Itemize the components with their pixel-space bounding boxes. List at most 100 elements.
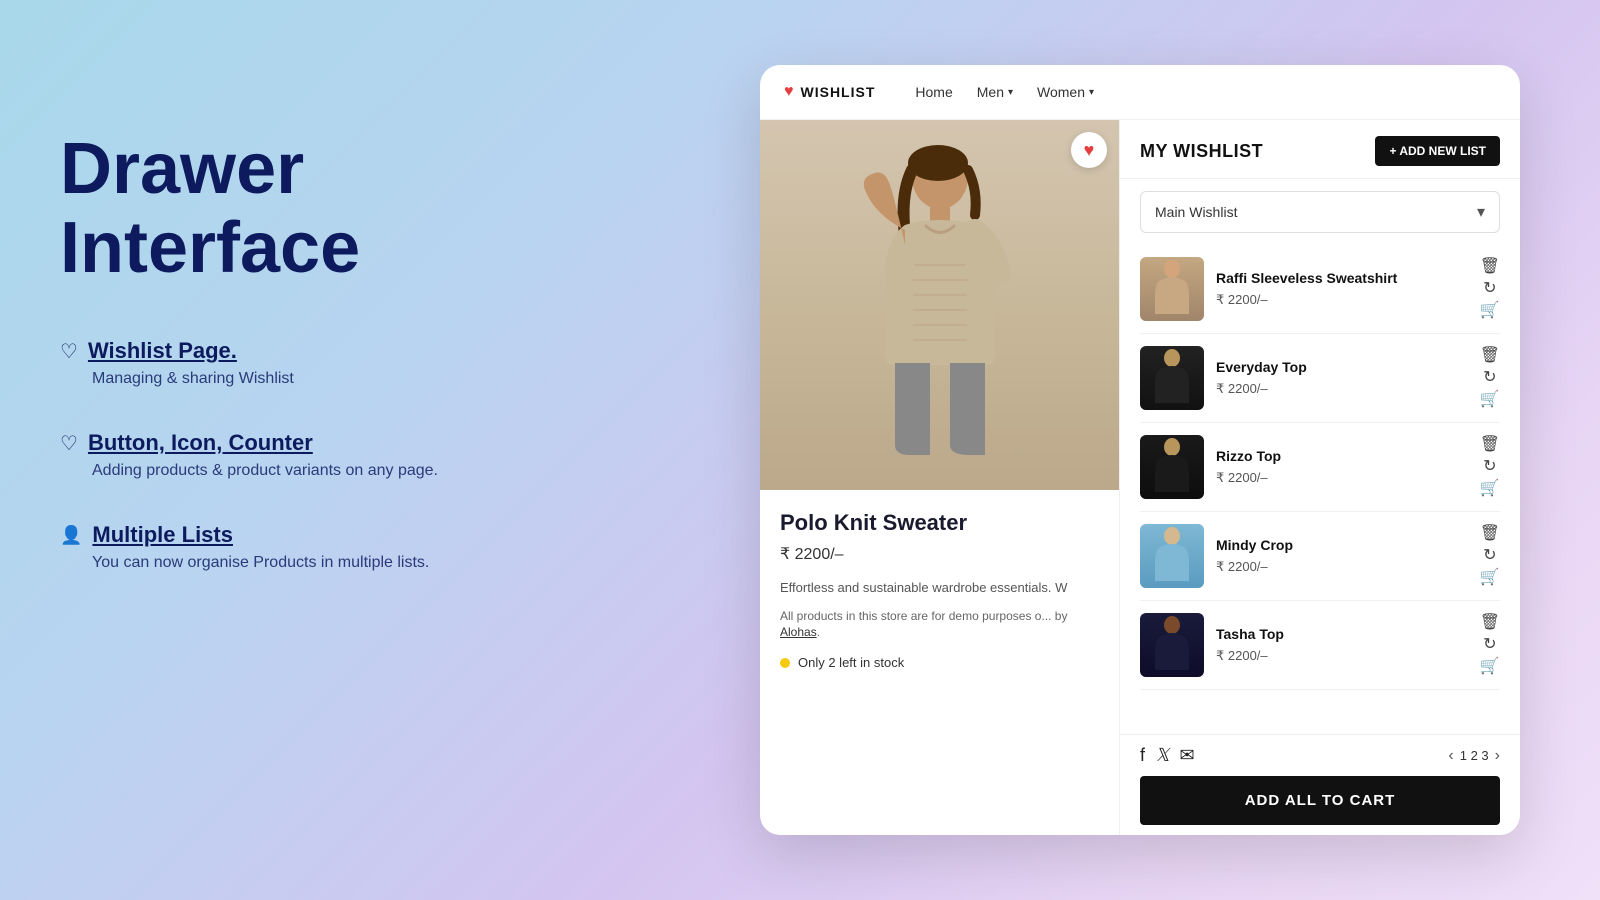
product-image-svg — [830, 135, 1050, 475]
thumb-svg-3 — [1147, 437, 1197, 497]
item-info-3: Rizzo Top ₹ 2200/– — [1216, 448, 1468, 486]
thumb-svg-2 — [1147, 348, 1197, 408]
item-info-4: Mindy Crop ₹ 2200/– — [1216, 537, 1468, 575]
list-item: Rizzo Top ₹ 2200/– 🗑 ↻ 🛒 — [1140, 423, 1500, 512]
add-new-list-button[interactable]: + ADD NEW LIST — [1375, 136, 1500, 166]
item-name-3: Mindy Crop — [1216, 537, 1468, 553]
item-info-2: Everyday Top ₹ 2200/– — [1216, 359, 1468, 397]
feature-wishlist-page: ♡ Wishlist Page. Managing & sharing Wish… — [60, 338, 580, 388]
feature-title-2[interactable]: Multiple Lists — [92, 522, 233, 548]
prev-page-button[interactable]: ‹ — [1448, 747, 1453, 765]
stock-text: Only 2 left in stock — [798, 655, 904, 670]
item-info-1: Raffi Sleeveless Sweatshirt ₹ 2200/– — [1216, 270, 1468, 308]
facebook-icon[interactable]: f — [1140, 745, 1145, 766]
wishlist-items: Raffi Sleeveless Sweatshirt ₹ 2200/– 🗑 ↻… — [1120, 245, 1520, 734]
cart-icon[interactable]: 🛒 — [1480, 570, 1500, 586]
item-info-5: Tasha Top ₹ 2200/– — [1216, 626, 1468, 664]
item-name-4: Tasha Top — [1216, 626, 1468, 642]
nav-women[interactable]: Women ▾ — [1037, 84, 1094, 100]
product-info: Polo Knit Sweater ₹ 2200/– Effortless an… — [760, 490, 1119, 690]
delete-icon[interactable]: 🗑 — [1480, 526, 1500, 542]
item-thumbnail-4 — [1140, 524, 1204, 588]
feature-title-0[interactable]: Wishlist Page. — [88, 338, 237, 364]
feature-desc-1: Adding products & product variants on an… — [92, 462, 580, 480]
user-icon: 👤 — [60, 525, 82, 546]
refresh-icon[interactable]: ↻ — [1483, 548, 1496, 564]
item-price-3: ₹ 2200/– — [1216, 559, 1468, 575]
item-actions-4: 🗑 ↻ 🛒 — [1480, 615, 1500, 675]
feature-multiple-lists: 👤 Multiple Lists You can now organise Pr… — [60, 522, 580, 572]
list-item: Raffi Sleeveless Sweatshirt ₹ 2200/– 🗑 ↻… — [1140, 245, 1500, 334]
product-demo-note: All products in this store are for demo … — [780, 608, 1099, 642]
cart-icon[interactable]: 🛒 — [1480, 659, 1500, 675]
twitter-icon[interactable]: 𝕏 — [1155, 745, 1170, 766]
page-numbers: 1 2 3 — [1460, 748, 1489, 763]
wishlist-footer: f 𝕏 ✉ ‹ 1 2 3 › ADD ALL TO CART — [1120, 734, 1520, 835]
item-thumbnail-1 — [1140, 257, 1204, 321]
item-actions-2: 🗑 ↻ 🛒 — [1480, 437, 1500, 497]
nav-men[interactable]: Men ▾ — [977, 84, 1013, 100]
heart-filled-icon: ♥ — [1084, 140, 1095, 161]
feature-desc-0: Managing & sharing Wishlist — [92, 370, 580, 388]
item-thumbnail-3 — [1140, 435, 1204, 499]
item-price-0: ₹ 2200/– — [1216, 292, 1468, 308]
men-caret-icon: ▾ — [1008, 87, 1013, 98]
social-pagination-row: f 𝕏 ✉ ‹ 1 2 3 › — [1140, 745, 1500, 766]
item-price-1: ₹ 2200/– — [1216, 381, 1468, 397]
wishlist-dropdown-label: Main Wishlist — [1155, 204, 1237, 220]
feature-title-1[interactable]: Button, Icon, Counter — [88, 430, 313, 456]
heart-icon-2: ♡ — [60, 431, 78, 456]
item-actions-1: 🗑 ↻ 🛒 — [1480, 348, 1500, 408]
heart-icon: ♡ — [60, 339, 78, 364]
cart-icon[interactable]: 🛒 — [1480, 392, 1500, 408]
women-caret-icon: ▾ — [1089, 87, 1094, 98]
refresh-icon[interactable]: ↻ — [1483, 370, 1496, 386]
logo-heart-icon: ♥ — [784, 83, 795, 101]
logo: ♥ WISHLIST — [784, 83, 875, 101]
refresh-icon[interactable]: ↻ — [1483, 281, 1496, 297]
cart-icon[interactable]: 🛒 — [1480, 481, 1500, 497]
add-all-to-cart-button[interactable]: ADD ALL TO CART — [1140, 776, 1500, 825]
stock-dot-icon — [780, 658, 790, 668]
logo-text: WISHLIST — [801, 84, 876, 100]
page-title: Drawer Interface — [60, 130, 580, 288]
item-actions-3: 🗑 ↻ 🛒 — [1480, 526, 1500, 586]
navbar: ♥ WISHLIST Home Men ▾ Women ▾ — [760, 65, 1520, 120]
main-card: ♥ WISHLIST Home Men ▾ Women ▾ — [760, 65, 1520, 835]
delete-icon[interactable]: 🗑 — [1480, 615, 1500, 631]
alohas-link[interactable]: Alohas — [780, 625, 817, 639]
email-icon[interactable]: ✉ — [1180, 745, 1195, 766]
item-name-0: Raffi Sleeveless Sweatshirt — [1216, 270, 1468, 286]
wishlist-header: MY WISHLIST + ADD NEW LIST — [1120, 120, 1520, 179]
refresh-icon[interactable]: ↻ — [1483, 459, 1496, 475]
nav-links: Home Men ▾ Women ▾ — [915, 84, 1496, 100]
feature-desc-2: You can now organise Products in multipl… — [92, 554, 580, 572]
wishlist-toggle-button[interactable]: ♥ — [1071, 132, 1107, 168]
thumb-svg-1 — [1147, 259, 1197, 319]
delete-icon[interactable]: 🗑 — [1480, 437, 1500, 453]
wishlist-dropdown[interactable]: Main Wishlist ▾ — [1140, 191, 1500, 233]
refresh-icon[interactable]: ↻ — [1483, 637, 1496, 653]
item-actions-0: 🗑 ↻ 🛒 — [1480, 259, 1500, 319]
wishlist-title: MY WISHLIST — [1140, 141, 1263, 162]
left-panel: Drawer Interface ♡ Wishlist Page. Managi… — [60, 130, 580, 614]
dropdown-caret-icon: ▾ — [1477, 202, 1485, 222]
delete-icon[interactable]: 🗑 — [1480, 259, 1500, 275]
cart-icon[interactable]: 🛒 — [1480, 303, 1500, 319]
list-item: Tasha Top ₹ 2200/– 🗑 ↻ 🛒 — [1140, 601, 1500, 690]
social-icons: f 𝕏 ✉ — [1140, 745, 1195, 766]
item-name-1: Everyday Top — [1216, 359, 1468, 375]
feature-button-icon: ♡ Button, Icon, Counter Adding products … — [60, 430, 580, 480]
item-thumbnail-5 — [1140, 613, 1204, 677]
item-price-2: ₹ 2200/– — [1216, 470, 1468, 486]
thumb-svg-4 — [1147, 526, 1197, 586]
content-split: ♥ Polo Knit Sweater ₹ 2200/– Effortless … — [760, 120, 1520, 835]
next-page-button[interactable]: › — [1495, 747, 1500, 765]
list-item: Mindy Crop ₹ 2200/– 🗑 ↻ 🛒 — [1140, 512, 1500, 601]
product-description: Effortless and sustainable wardrobe esse… — [780, 578, 1099, 598]
delete-icon[interactable]: 🗑 — [1480, 348, 1500, 364]
product-image-container: ♥ — [760, 120, 1119, 490]
product-section: ♥ Polo Knit Sweater ₹ 2200/– Effortless … — [760, 120, 1120, 835]
product-image-bg — [760, 120, 1119, 490]
nav-home[interactable]: Home — [915, 84, 952, 100]
